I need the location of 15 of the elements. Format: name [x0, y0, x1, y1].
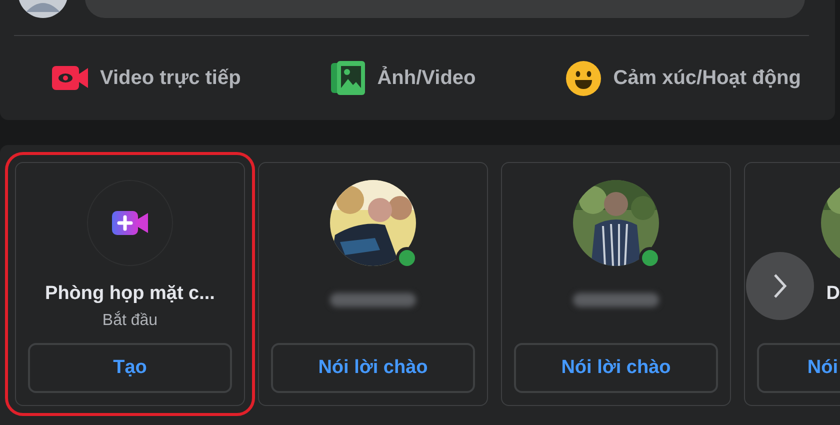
say-hello-button[interactable]: Nói lời chào: [514, 343, 718, 393]
smiley-icon: [566, 60, 602, 96]
create-button[interactable]: Tạo: [28, 343, 232, 393]
composer-action[interactable]: Ảnh/Video: [331, 61, 476, 95]
video-plus-icon: [112, 211, 148, 235]
room-subtitle: Bắt đầu: [102, 312, 158, 331]
live-video-icon: [52, 64, 88, 92]
room-title: Phòng họp mặt c...: [45, 283, 215, 306]
say-hello-button[interactable]: Nói lời chào: [271, 343, 475, 393]
composer-action[interactable]: Video trực tiếp: [52, 64, 241, 92]
composer-action[interactable]: Cảm xúc/Hoạt động: [566, 60, 801, 96]
friend-name: D: [826, 283, 840, 306]
photo-icon: [331, 61, 366, 95]
say-hello-button[interactable]: Nói: [757, 343, 840, 393]
chevron-right-icon: [773, 273, 787, 299]
